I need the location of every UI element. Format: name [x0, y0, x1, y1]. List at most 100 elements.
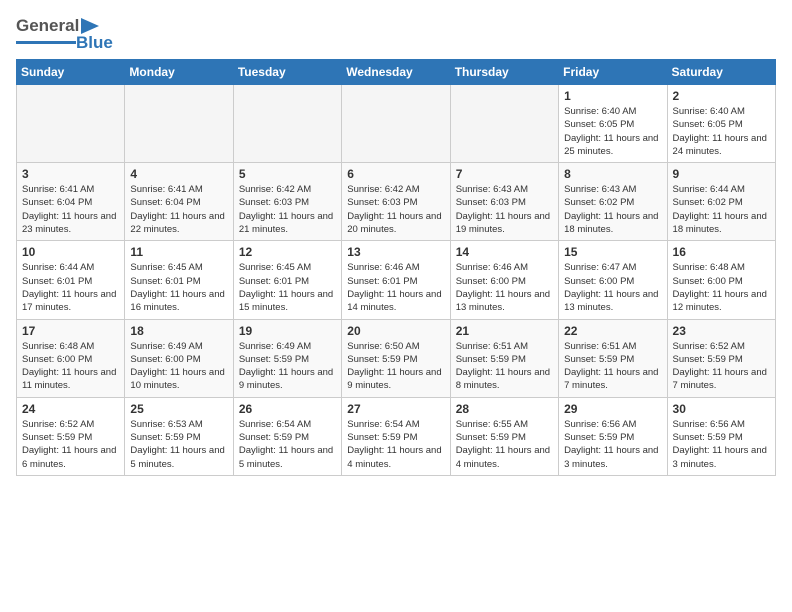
day-info: Sunrise: 6:41 AMSunset: 6:04 PMDaylight:…	[22, 183, 119, 236]
day-number: 2	[673, 89, 770, 103]
calendar-cell: 28 Sunrise: 6:55 AMSunset: 5:59 PMDayligh…	[450, 397, 558, 475]
calendar-week-row: 17 Sunrise: 6:48 AMSunset: 6:00 PMDayligh…	[17, 319, 776, 397]
day-number: 3	[22, 167, 119, 181]
calendar-cell: 12Sunrise: 6:45 AMSunset: 6:01 PMDayligh…	[233, 241, 341, 319]
day-info: Sunrise: 6:52 AMSunset: 5:59 PMDaylight:…	[22, 418, 119, 471]
day-number: 9	[673, 167, 770, 181]
calendar-cell	[233, 85, 341, 163]
day-info: Sunrise: 6:40 AMSunset: 6:05 PMDaylight:…	[673, 105, 770, 158]
day-info: Sunrise: 6:43 AMSunset: 6:03 PMDaylight:…	[456, 183, 553, 236]
day-number: 14	[456, 245, 553, 259]
calendar-header-friday: Friday	[559, 60, 667, 85]
day-number: 20	[347, 324, 444, 338]
day-number: 13	[347, 245, 444, 259]
day-info: Sunrise: 6:42 AMSunset: 6:03 PMDaylight:…	[347, 183, 444, 236]
calendar-header-monday: Monday	[125, 60, 233, 85]
calendar-cell: 23Sunrise: 6:52 AMSunset: 5:59 PMDayligh…	[667, 319, 775, 397]
calendar-cell: 11 Sunrise: 6:45 AMSunset: 6:01 PMDayligh…	[125, 241, 233, 319]
calendar-cell: 3 Sunrise: 6:41 AMSunset: 6:04 PMDaylight…	[17, 163, 125, 241]
day-number: 24	[22, 402, 119, 416]
day-number: 16	[673, 245, 770, 259]
day-info: Sunrise: 6:54 AMSunset: 5:59 PMDaylight:…	[347, 418, 444, 471]
calendar-cell: 24 Sunrise: 6:52 AMSunset: 5:59 PMDayligh…	[17, 397, 125, 475]
day-number: 7	[456, 167, 553, 181]
day-info: Sunrise: 6:48 AMSunset: 6:00 PMDaylight:…	[22, 340, 119, 393]
calendar-cell: 9 Sunrise: 6:44 AMSunset: 6:02 PMDaylight…	[667, 163, 775, 241]
calendar-week-row: 10 Sunrise: 6:44 AMSunset: 6:01 PMDayligh…	[17, 241, 776, 319]
calendar-week-row: 3 Sunrise: 6:41 AMSunset: 6:04 PMDaylight…	[17, 163, 776, 241]
calendar-week-row: 1 Sunrise: 6:40 AMSunset: 6:05 PMDaylight…	[17, 85, 776, 163]
day-info: Sunrise: 6:40 AMSunset: 6:05 PMDaylight:…	[564, 105, 661, 158]
calendar-cell: 16 Sunrise: 6:48 AMSunset: 6:00 PMDayligh…	[667, 241, 775, 319]
day-info: Sunrise: 6:49 AMSunset: 5:59 PMDaylight:…	[239, 340, 336, 393]
calendar-cell: 15 Sunrise: 6:47 AMSunset: 6:00 PMDayligh…	[559, 241, 667, 319]
day-number: 8	[564, 167, 661, 181]
day-info: Sunrise: 6:55 AMSunset: 5:59 PMDaylight:…	[456, 418, 553, 471]
day-number: 18	[130, 324, 227, 338]
calendar-cell: 2 Sunrise: 6:40 AMSunset: 6:05 PMDaylight…	[667, 85, 775, 163]
day-number: 27	[347, 402, 444, 416]
calendar-cell: 17 Sunrise: 6:48 AMSunset: 6:00 PMDayligh…	[17, 319, 125, 397]
calendar-header-thursday: Thursday	[450, 60, 558, 85]
day-info: Sunrise: 6:42 AMSunset: 6:03 PMDaylight:…	[239, 183, 336, 236]
day-info: Sunrise: 6:48 AMSunset: 6:00 PMDaylight:…	[673, 261, 770, 314]
day-number: 11	[130, 245, 227, 259]
calendar-cell: 4Sunrise: 6:41 AMSunset: 6:04 PMDaylight…	[125, 163, 233, 241]
day-number: 26	[239, 402, 336, 416]
day-number: 15	[564, 245, 661, 259]
day-info: Sunrise: 6:49 AMSunset: 6:00 PMDaylight:…	[130, 340, 227, 393]
logo-underline	[16, 41, 76, 44]
day-info: Sunrise: 6:51 AMSunset: 5:59 PMDaylight:…	[564, 340, 661, 393]
calendar-header-saturday: Saturday	[667, 60, 775, 85]
calendar-cell	[125, 85, 233, 163]
day-number: 25	[130, 402, 227, 416]
calendar-week-row: 24 Sunrise: 6:52 AMSunset: 5:59 PMDayligh…	[17, 397, 776, 475]
calendar-cell: 14 Sunrise: 6:46 AMSunset: 6:00 PMDayligh…	[450, 241, 558, 319]
logo-arrow-icon	[81, 18, 99, 34]
calendar-cell: 10 Sunrise: 6:44 AMSunset: 6:01 PMDayligh…	[17, 241, 125, 319]
calendar-cell: 1 Sunrise: 6:40 AMSunset: 6:05 PMDaylight…	[559, 85, 667, 163]
day-number: 12	[239, 245, 336, 259]
day-info: Sunrise: 6:51 AMSunset: 5:59 PMDaylight:…	[456, 340, 553, 393]
day-info: Sunrise: 6:41 AMSunset: 6:04 PMDaylight:…	[130, 183, 227, 236]
calendar-cell	[450, 85, 558, 163]
calendar-cell: 13Sunrise: 6:46 AMSunset: 6:01 PMDayligh…	[342, 241, 450, 319]
calendar-header-tuesday: Tuesday	[233, 60, 341, 85]
day-number: 5	[239, 167, 336, 181]
calendar-cell: 8Sunrise: 6:43 AMSunset: 6:02 PMDaylight…	[559, 163, 667, 241]
calendar-cell: 26 Sunrise: 6:54 AMSunset: 5:59 PMDayligh…	[233, 397, 341, 475]
day-number: 1	[564, 89, 661, 103]
day-info: Sunrise: 6:46 AMSunset: 6:00 PMDaylight:…	[456, 261, 553, 314]
calendar-cell: 20 Sunrise: 6:50 AMSunset: 5:59 PMDayligh…	[342, 319, 450, 397]
calendar-cell: 22 Sunrise: 6:51 AMSunset: 5:59 PMDayligh…	[559, 319, 667, 397]
logo: General Blue	[16, 16, 113, 51]
day-info: Sunrise: 6:45 AMSunset: 6:01 PMDaylight:…	[130, 261, 227, 314]
day-info: Sunrise: 6:50 AMSunset: 5:59 PMDaylight:…	[347, 340, 444, 393]
day-info: Sunrise: 6:54 AMSunset: 5:59 PMDaylight:…	[239, 418, 336, 471]
day-number: 28	[456, 402, 553, 416]
day-number: 22	[564, 324, 661, 338]
calendar-header-sunday: Sunday	[17, 60, 125, 85]
calendar-cell	[17, 85, 125, 163]
logo-blue-text: Blue	[76, 34, 113, 51]
calendar-cell: 7 Sunrise: 6:43 AMSunset: 6:03 PMDaylight…	[450, 163, 558, 241]
day-info: Sunrise: 6:53 AMSunset: 5:59 PMDaylight:…	[130, 418, 227, 471]
calendar-cell: 6Sunrise: 6:42 AMSunset: 6:03 PMDaylight…	[342, 163, 450, 241]
day-info: Sunrise: 6:44 AMSunset: 6:01 PMDaylight:…	[22, 261, 119, 314]
calendar-header-wednesday: Wednesday	[342, 60, 450, 85]
calendar-cell: 5 Sunrise: 6:42 AMSunset: 6:03 PMDaylight…	[233, 163, 341, 241]
day-info: Sunrise: 6:56 AMSunset: 5:59 PMDaylight:…	[564, 418, 661, 471]
day-info: Sunrise: 6:47 AMSunset: 6:00 PMDaylight:…	[564, 261, 661, 314]
day-number: 30	[673, 402, 770, 416]
day-number: 21	[456, 324, 553, 338]
calendar-cell	[342, 85, 450, 163]
day-info: Sunrise: 6:44 AMSunset: 6:02 PMDaylight:…	[673, 183, 770, 236]
day-info: Sunrise: 6:56 AMSunset: 5:59 PMDaylight:…	[673, 418, 770, 471]
calendar-cell: 19Sunrise: 6:49 AMSunset: 5:59 PMDayligh…	[233, 319, 341, 397]
day-number: 17	[22, 324, 119, 338]
day-number: 29	[564, 402, 661, 416]
calendar-cell: 29 Sunrise: 6:56 AMSunset: 5:59 PMDayligh…	[559, 397, 667, 475]
day-number: 23	[673, 324, 770, 338]
day-number: 10	[22, 245, 119, 259]
calendar-cell: 27 Sunrise: 6:54 AMSunset: 5:59 PMDayligh…	[342, 397, 450, 475]
